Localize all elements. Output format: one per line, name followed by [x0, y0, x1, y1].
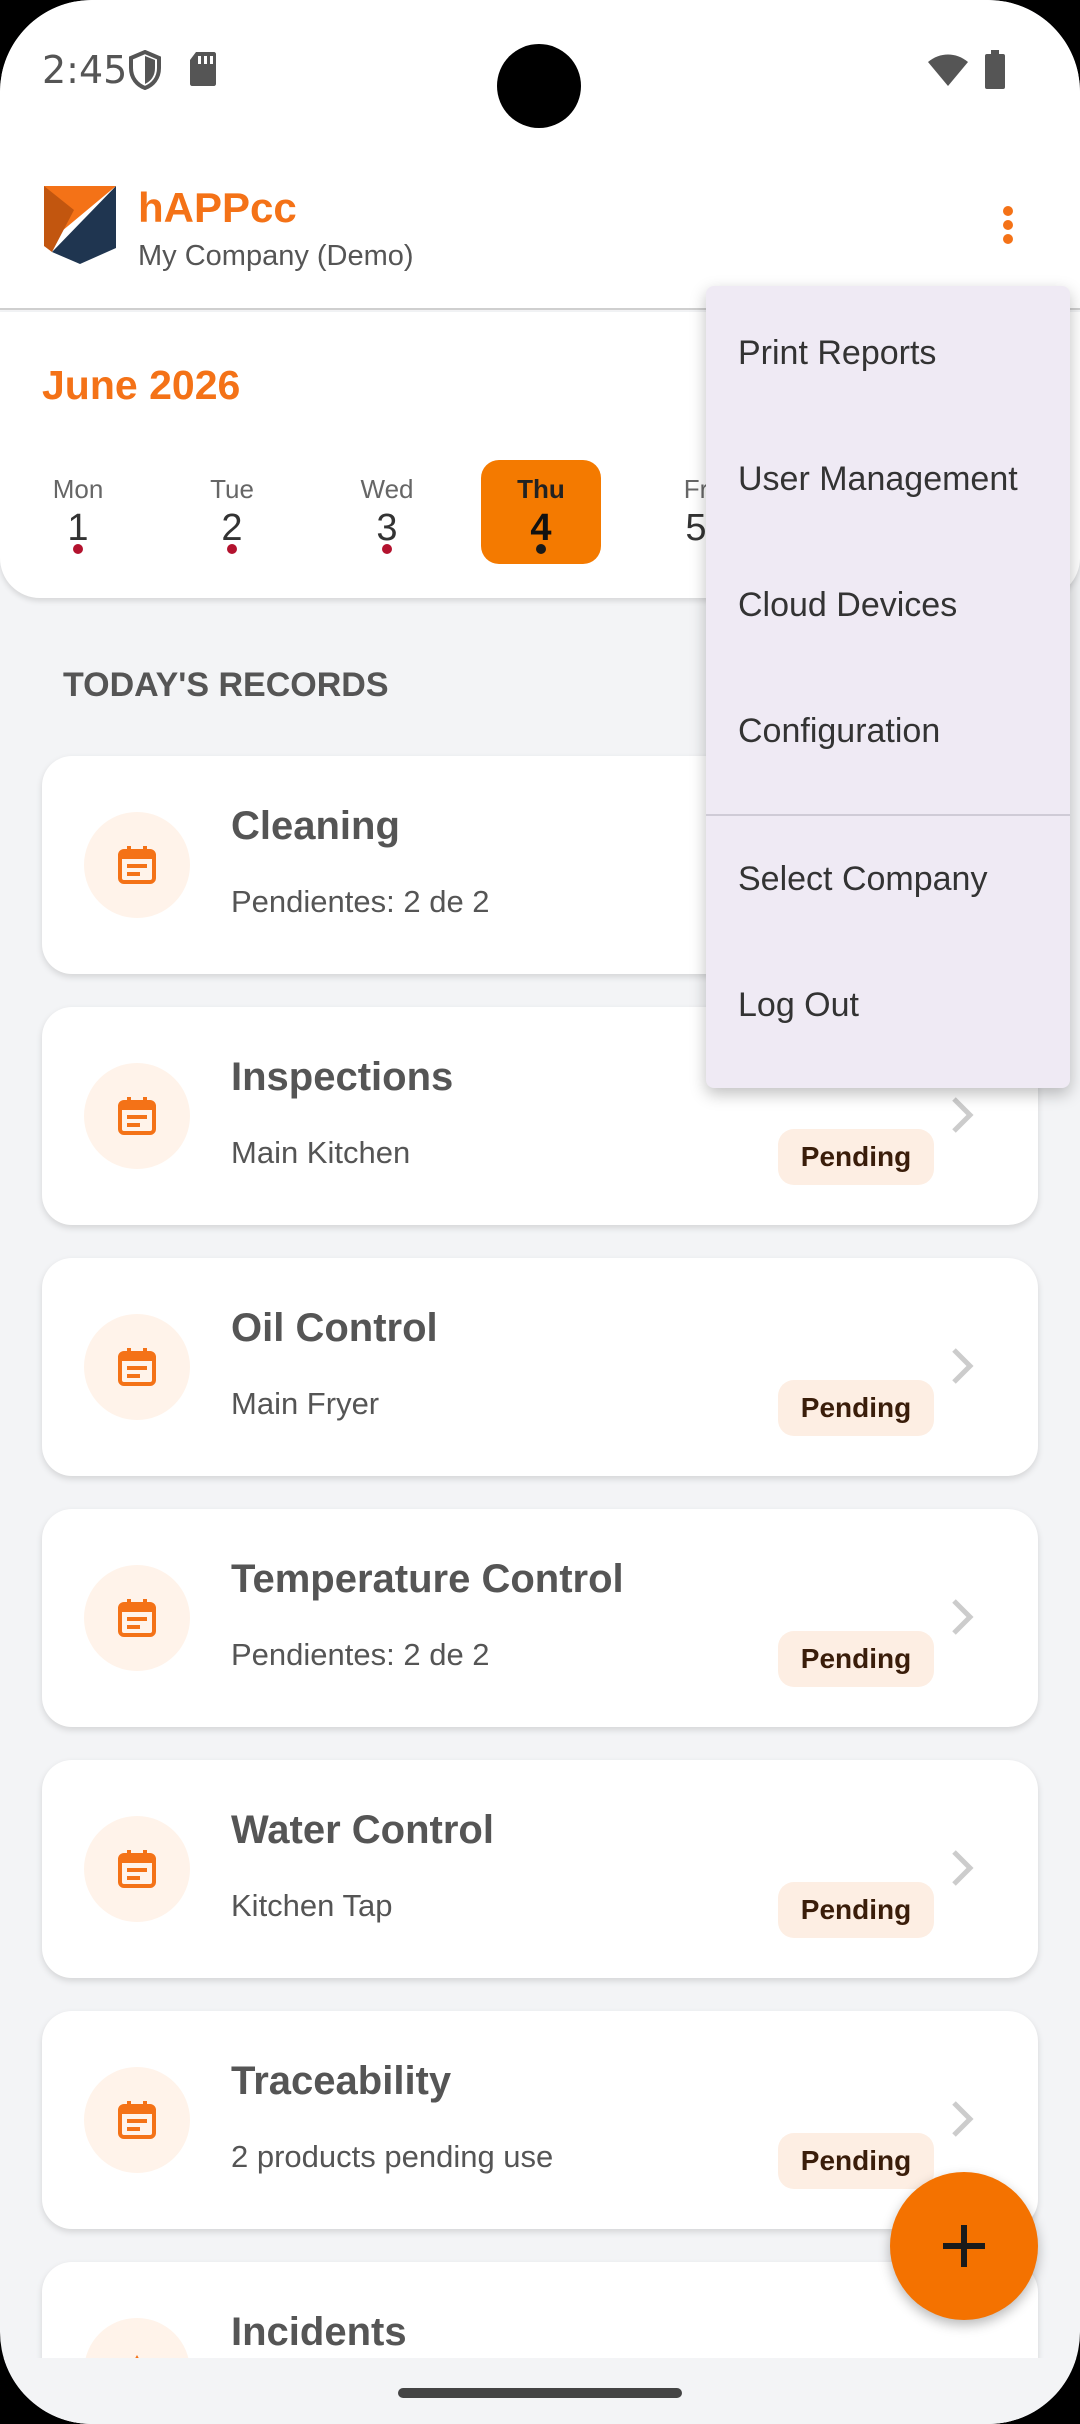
calendar-icon — [84, 1063, 190, 1169]
status-badge: Pending — [778, 1882, 934, 1938]
day-mon[interactable]: Mon 1 — [18, 460, 138, 564]
front-camera — [497, 44, 581, 128]
section-title: TODAY'S RECORDS — [63, 666, 389, 704]
plus-icon — [943, 2225, 985, 2267]
status-time: 2:45 — [42, 48, 128, 92]
status-badge: Pending — [778, 2133, 934, 2189]
day-name: Tue — [210, 474, 254, 504]
menu-item-user-management[interactable]: User Management — [706, 416, 1070, 542]
status-badge: Pending — [778, 1631, 934, 1687]
record-dot — [73, 544, 83, 554]
day-name: Mon — [52, 474, 104, 504]
record-subtitle: Pendientes: 2 de 2 — [231, 1637, 490, 1672]
menu-item-select-company[interactable]: Select Company — [706, 816, 1070, 942]
record-title: Water Control — [231, 1808, 494, 1852]
add-record-button[interactable] — [890, 2172, 1038, 2320]
chevron-right-icon — [952, 1348, 974, 1384]
calendar-icon — [84, 1565, 190, 1671]
chevron-right-icon — [952, 1097, 974, 1133]
chevron-right-icon — [952, 1599, 974, 1635]
calendar-icon — [84, 812, 190, 918]
record-card-water-control[interactable]: Water Control Kitchen Tap Pending — [42, 1760, 1038, 1978]
calendar-icon — [84, 1314, 190, 1420]
record-subtitle: Pendientes: 2 de 2 — [231, 884, 490, 919]
menu-item-cloud-devices[interactable]: Cloud Devices — [706, 542, 1070, 668]
company-name[interactable]: My Company (Demo) — [138, 240, 414, 273]
record-card-temperature-control[interactable]: Temperature Control Pendientes: 2 de 2 P… — [42, 1509, 1038, 1727]
shield-icon — [129, 50, 161, 90]
more-vert-icon[interactable] — [988, 200, 1028, 250]
menu-item-print-reports[interactable]: Print Reports — [706, 290, 1070, 416]
record-subtitle: Main Fryer — [231, 1386, 380, 1421]
day-name: Wed — [360, 474, 414, 504]
chevron-right-icon — [952, 2101, 974, 2137]
wifi-icon — [928, 54, 968, 86]
day-wed[interactable]: Wed 3 — [327, 460, 447, 564]
chevron-right-icon — [952, 1850, 974, 1886]
day-tue[interactable]: Tue 2 — [172, 460, 292, 564]
record-dot — [227, 544, 237, 554]
day-name: Thu — [517, 474, 565, 504]
menu-item-log-out[interactable]: Log Out — [706, 942, 1070, 1068]
record-title: Temperature Control — [231, 1557, 624, 1601]
status-badge: Pending — [778, 1129, 934, 1185]
menu-item-configuration[interactable]: Configuration — [706, 668, 1070, 794]
month-label[interactable]: June 2026 — [42, 362, 240, 409]
day-thu-selected[interactable]: Thu 4 — [481, 460, 601, 564]
calendar-icon — [84, 1816, 190, 1922]
app-logo — [44, 186, 116, 264]
record-subtitle: 2 products pending use — [231, 2139, 554, 2174]
record-title: Oil Control — [231, 1306, 438, 1350]
screen: 2:45 hAPPcc My Company (Demo) June 2026 … — [0, 0, 1080, 2424]
home-gesture-handle[interactable] — [398, 2388, 682, 2398]
battery-icon — [985, 50, 1005, 89]
record-title: Traceability — [231, 2059, 452, 2103]
overflow-menu: Print Reports User Management Cloud Devi… — [706, 286, 1070, 1088]
record-title: Inspections — [231, 1055, 454, 1099]
record-subtitle: Kitchen Tap — [231, 1888, 393, 1923]
record-dot — [382, 544, 392, 554]
record-title: Incidents — [231, 2310, 407, 2354]
record-subtitle: Main Kitchen — [231, 1135, 411, 1170]
app-title: hAPPcc — [138, 184, 297, 231]
sd-card-icon — [190, 52, 216, 86]
calendar-icon — [84, 2067, 190, 2173]
record-title: Cleaning — [231, 804, 400, 848]
record-card-oil-control[interactable]: Oil Control Main Fryer Pending — [42, 1258, 1038, 1476]
record-dot — [536, 544, 546, 554]
record-card-traceability[interactable]: Traceability 2 products pending use Pend… — [42, 2011, 1038, 2229]
status-badge: Pending — [778, 1380, 934, 1436]
